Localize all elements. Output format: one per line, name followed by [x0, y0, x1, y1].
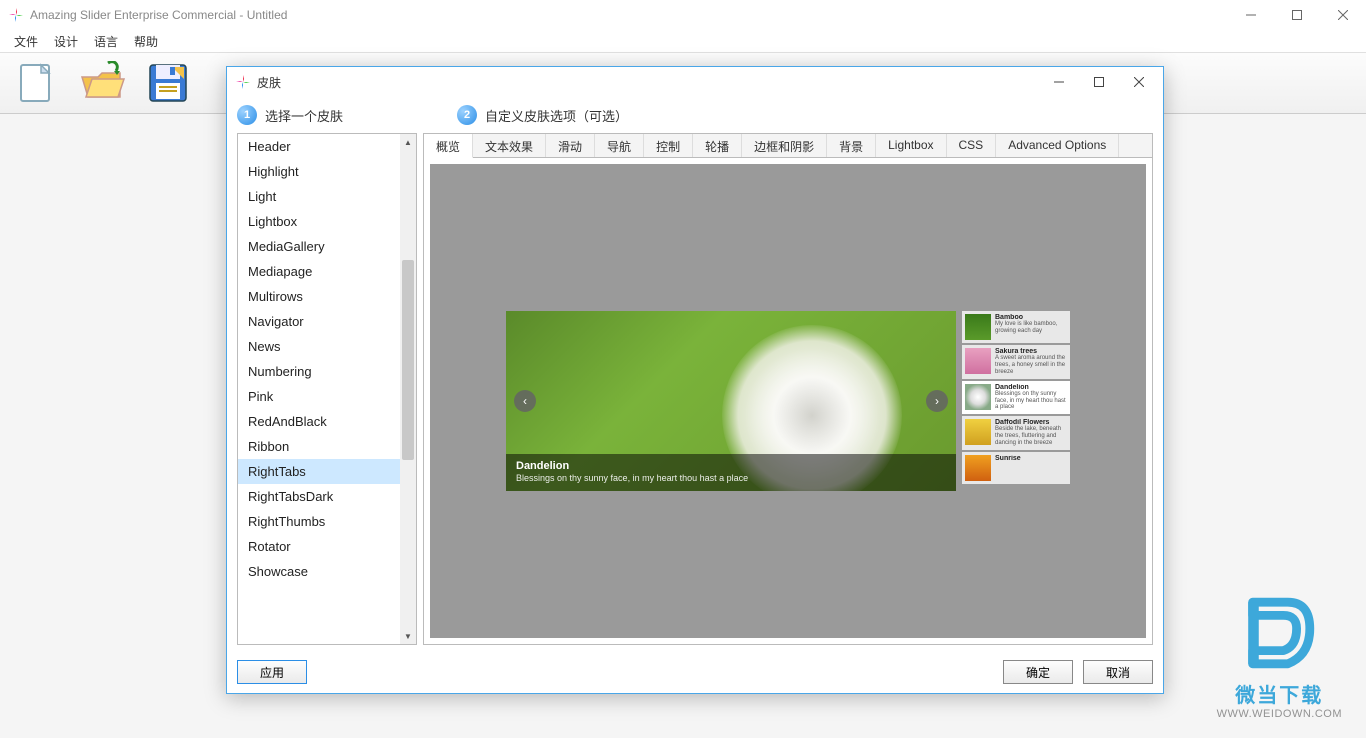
- options-panel: 概览文本效果滑动导航控制轮播边框和阴影背景LightboxCSSAdvanced…: [423, 133, 1153, 645]
- right-tab-title: Sakura trees: [995, 348, 1067, 355]
- dialog-title: 皮肤: [257, 74, 281, 91]
- tab-6[interactable]: 边框和阴影: [742, 134, 827, 157]
- scroll-down-button[interactable]: ▼: [400, 628, 416, 644]
- app-logo-icon: [8, 7, 24, 23]
- dialog-logo-icon: [235, 74, 251, 90]
- tab-10[interactable]: Advanced Options: [996, 134, 1119, 157]
- maximize-button[interactable]: [1274, 0, 1320, 30]
- skin-item-numbering[interactable]: Numbering: [238, 359, 400, 384]
- right-tab-thumb: [965, 314, 991, 340]
- right-tab-thumb: [965, 419, 991, 445]
- skin-item-pink[interactable]: Pink: [238, 384, 400, 409]
- right-tab-desc: Beside the lake, beneath the trees, flut…: [995, 426, 1067, 447]
- skin-item-righttabs[interactable]: RightTabs: [238, 459, 400, 484]
- slider-caption: Dandelion Blessings on thy sunny face, i…: [506, 454, 956, 491]
- preview-area: ‹ › Dandelion Blessings on thy sunny fac…: [430, 164, 1146, 638]
- skin-dialog: 皮肤 1选择一个皮肤 2自定义皮肤选项（可选） HeaderHighlightL…: [226, 66, 1164, 694]
- slider-right-tabs: BambooMy love is like bamboo, growing ea…: [962, 311, 1070, 491]
- right-tab-title: Bamboo: [995, 314, 1067, 321]
- slider-main-image: ‹ › Dandelion Blessings on thy sunny fac…: [506, 311, 956, 491]
- skin-item-righttabsdark[interactable]: RightTabsDark: [238, 484, 400, 509]
- right-tab-desc: My love is like bamboo, growing each day: [995, 321, 1067, 335]
- scroll-track[interactable]: [400, 150, 416, 628]
- skin-list-panel: HeaderHighlightLightLightboxMediaGallery…: [237, 133, 417, 645]
- tab-1[interactable]: 文本效果: [473, 134, 546, 157]
- step-1-badge: 1: [237, 105, 257, 125]
- skin-list[interactable]: HeaderHighlightLightLightboxMediaGallery…: [238, 134, 400, 644]
- minimize-button[interactable]: [1228, 0, 1274, 30]
- skin-item-light[interactable]: Light: [238, 184, 400, 209]
- menubar: 文件 设计 语言 帮助: [0, 30, 1366, 52]
- dialog-titlebar: 皮肤: [227, 67, 1163, 97]
- skin-item-multirows[interactable]: Multirows: [238, 284, 400, 309]
- right-tab-3[interactable]: Daffodil FlowersBeside the lake, beneath…: [962, 416, 1070, 450]
- skin-item-ribbon[interactable]: Ribbon: [238, 434, 400, 459]
- tab-0[interactable]: 概览: [424, 134, 473, 158]
- dialog-minimize-button[interactable]: [1039, 69, 1079, 95]
- dialog-maximize-button[interactable]: [1079, 69, 1119, 95]
- skin-item-redandblack[interactable]: RedAndBlack: [238, 409, 400, 434]
- close-button[interactable]: [1320, 0, 1366, 30]
- right-tab-2[interactable]: DandelionBlessings on thy sunny face, in…: [962, 381, 1070, 415]
- menu-language[interactable]: 语言: [88, 31, 124, 52]
- window-title: Amazing Slider Enterprise Commercial - U…: [30, 8, 287, 22]
- tab-4[interactable]: 控制: [644, 134, 693, 157]
- scroll-up-button[interactable]: ▲: [400, 134, 416, 150]
- tab-8[interactable]: Lightbox: [876, 134, 946, 157]
- skin-item-highlight[interactable]: Highlight: [238, 159, 400, 184]
- right-tab-thumb: [965, 348, 991, 374]
- apply-button[interactable]: 应用: [237, 660, 307, 684]
- dialog-close-button[interactable]: [1119, 69, 1159, 95]
- menu-help[interactable]: 帮助: [128, 31, 164, 52]
- slider-preview: ‹ › Dandelion Blessings on thy sunny fac…: [506, 311, 1070, 491]
- ok-button[interactable]: 确定: [1003, 660, 1073, 684]
- new-file-icon[interactable]: [12, 59, 60, 107]
- main-titlebar: Amazing Slider Enterprise Commercial - U…: [0, 0, 1366, 30]
- tab-3[interactable]: 导航: [595, 134, 644, 157]
- tab-5[interactable]: 轮播: [693, 134, 742, 157]
- scroll-thumb[interactable]: [402, 260, 414, 460]
- dialog-step-header: 1 选择一个皮肤 2 自定义皮肤选项（可选）: [227, 97, 1163, 133]
- skin-item-mediagallery[interactable]: MediaGallery: [238, 234, 400, 259]
- tab-2[interactable]: 滑动: [546, 134, 595, 157]
- options-tabbar: 概览文本效果滑动导航控制轮播边框和阴影背景LightboxCSSAdvanced…: [424, 134, 1152, 158]
- open-folder-icon[interactable]: [78, 59, 126, 107]
- right-tab-4[interactable]: Sunrise: [962, 452, 1070, 484]
- skin-item-rightthumbs[interactable]: RightThumbs: [238, 509, 400, 534]
- cancel-button[interactable]: 取消: [1083, 660, 1153, 684]
- right-tab-title: Dandelion: [995, 384, 1067, 391]
- menu-design[interactable]: 设计: [48, 31, 84, 52]
- right-tab-1[interactable]: Sakura treesA sweet aroma around the tre…: [962, 345, 1070, 379]
- right-tab-desc: A sweet aroma around the trees, a honey …: [995, 355, 1067, 376]
- slider-prev-button[interactable]: ‹: [514, 390, 536, 412]
- skin-item-header[interactable]: Header: [238, 134, 400, 159]
- skin-item-rotator[interactable]: Rotator: [238, 534, 400, 559]
- skin-item-mediapage[interactable]: Mediapage: [238, 259, 400, 284]
- right-tab-thumb: [965, 384, 991, 410]
- dialog-footer: 应用 确定 取消: [227, 651, 1163, 693]
- scrollbar[interactable]: ▲ ▼: [400, 134, 416, 644]
- right-tab-0[interactable]: BambooMy love is like bamboo, growing ea…: [962, 311, 1070, 343]
- skin-item-showcase[interactable]: Showcase: [238, 559, 400, 584]
- menu-file[interactable]: 文件: [8, 31, 44, 52]
- step-1-label: 选择一个皮肤: [265, 106, 343, 125]
- right-tab-title: Daffodil Flowers: [995, 419, 1067, 426]
- slider-next-button[interactable]: ›: [926, 390, 948, 412]
- tab-7[interactable]: 背景: [827, 134, 876, 157]
- skin-item-news[interactable]: News: [238, 334, 400, 359]
- right-tab-thumb: [965, 455, 991, 481]
- right-tab-title: Sunrise: [995, 455, 1067, 462]
- skin-item-navigator[interactable]: Navigator: [238, 309, 400, 334]
- skin-item-lightbox[interactable]: Lightbox: [238, 209, 400, 234]
- step-2-label: 自定义皮肤选项（可选）: [485, 106, 628, 125]
- tab-9[interactable]: CSS: [947, 134, 997, 157]
- caption-title: Dandelion: [516, 460, 946, 472]
- right-tab-desc: Blessings on thy sunny face, in my heart…: [995, 391, 1067, 412]
- save-icon[interactable]: [144, 59, 192, 107]
- step-2-badge: 2: [457, 105, 477, 125]
- caption-desc: Blessings on thy sunny face, in my heart…: [516, 473, 946, 483]
